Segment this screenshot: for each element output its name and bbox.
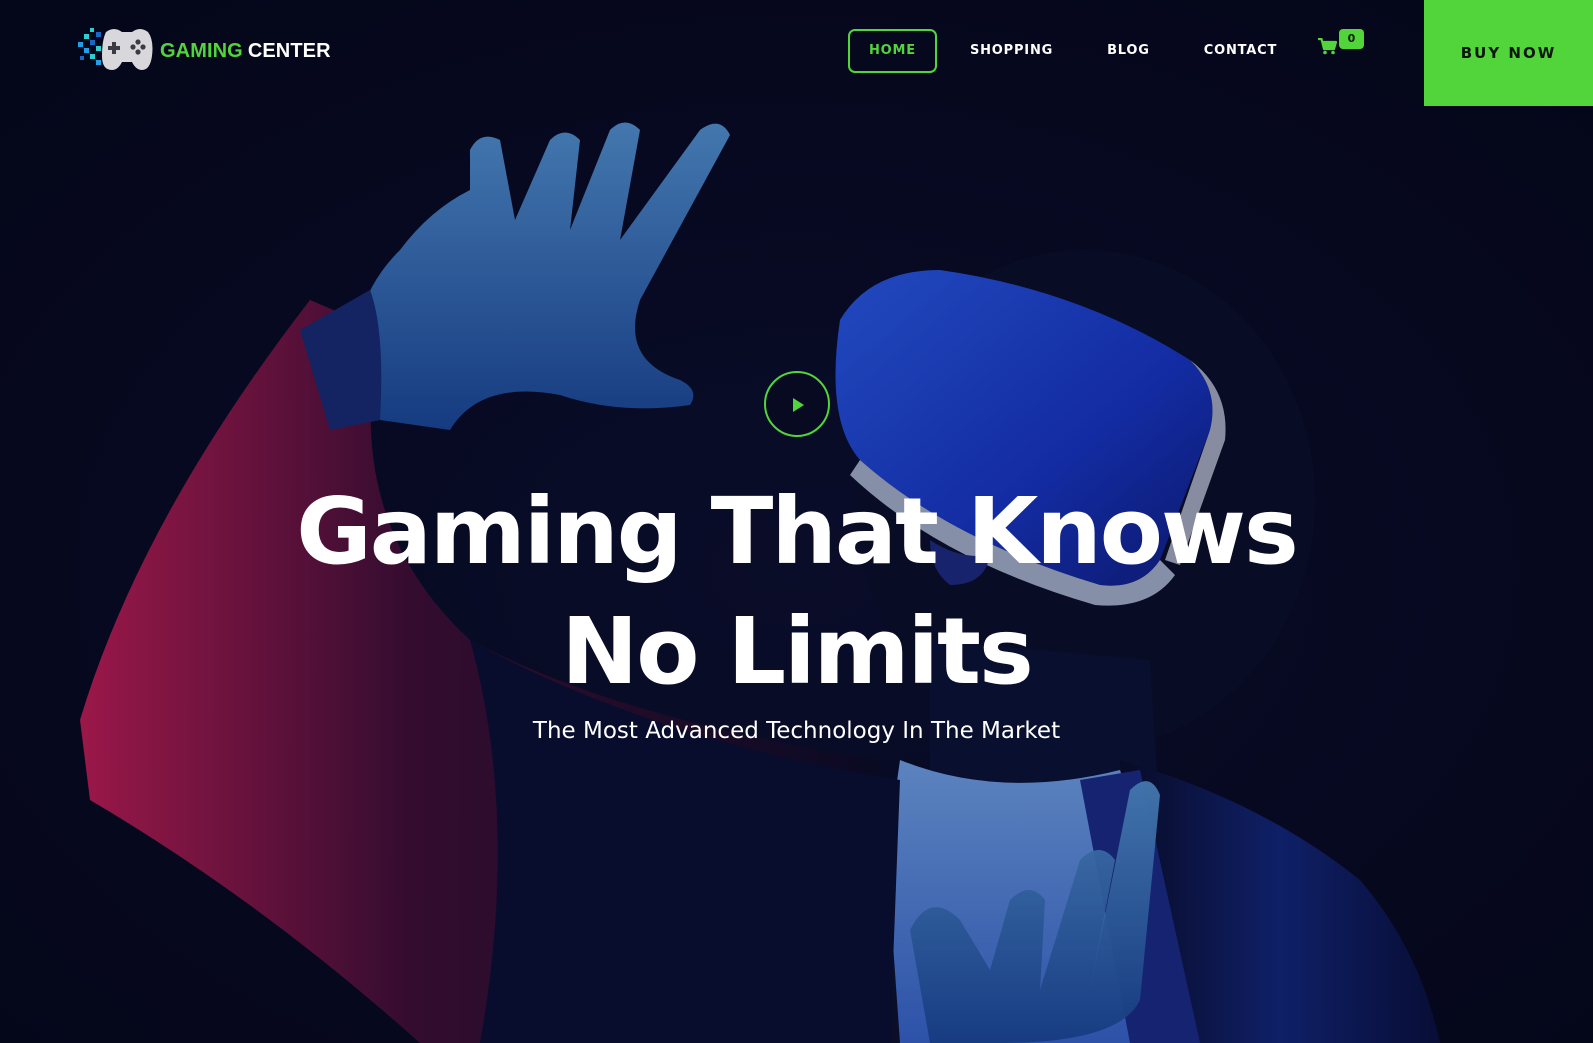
brand-name-rest: CENTER [247,39,331,62]
play-video-button[interactable] [764,371,830,437]
hero-subtitle: The Most Advanced Technology In The Mark… [532,718,1061,744]
site-header: GAMING CENTER HOME SHOPPING BLOG CONTACT … [0,0,1593,106]
cart-count-badge: 0 [1339,29,1364,49]
main-nav: HOME SHOPPING BLOG CONTACT [848,29,1310,73]
nav-item-blog[interactable]: BLOG [1086,29,1171,73]
cart-button[interactable]: 0 [1318,28,1366,64]
nav-item-contact[interactable]: CONTACT [1183,29,1298,73]
shopping-cart-icon [1318,38,1337,55]
buy-now-button[interactable]: BUY NOW [1424,0,1593,106]
gamepad-pixel-logo-icon [78,28,153,70]
hero-title: Gaming That Knows No Limits [0,472,1593,712]
nav-item-shopping[interactable]: SHOPPING [949,29,1074,73]
brand-logo-link[interactable]: GAMING CENTER [76,24,331,78]
brand-name: GAMING CENTER [160,40,331,63]
brand-name-accent: GAMING [160,39,243,62]
play-icon [793,398,804,412]
hero-title-line-2: No Limits [561,598,1034,705]
hero-section: Gaming That Knows No Limits The Most Adv… [0,0,1593,1043]
nav-item-home[interactable]: HOME [848,29,937,73]
hero-title-line-1: Gaming That Knows [296,478,1298,585]
